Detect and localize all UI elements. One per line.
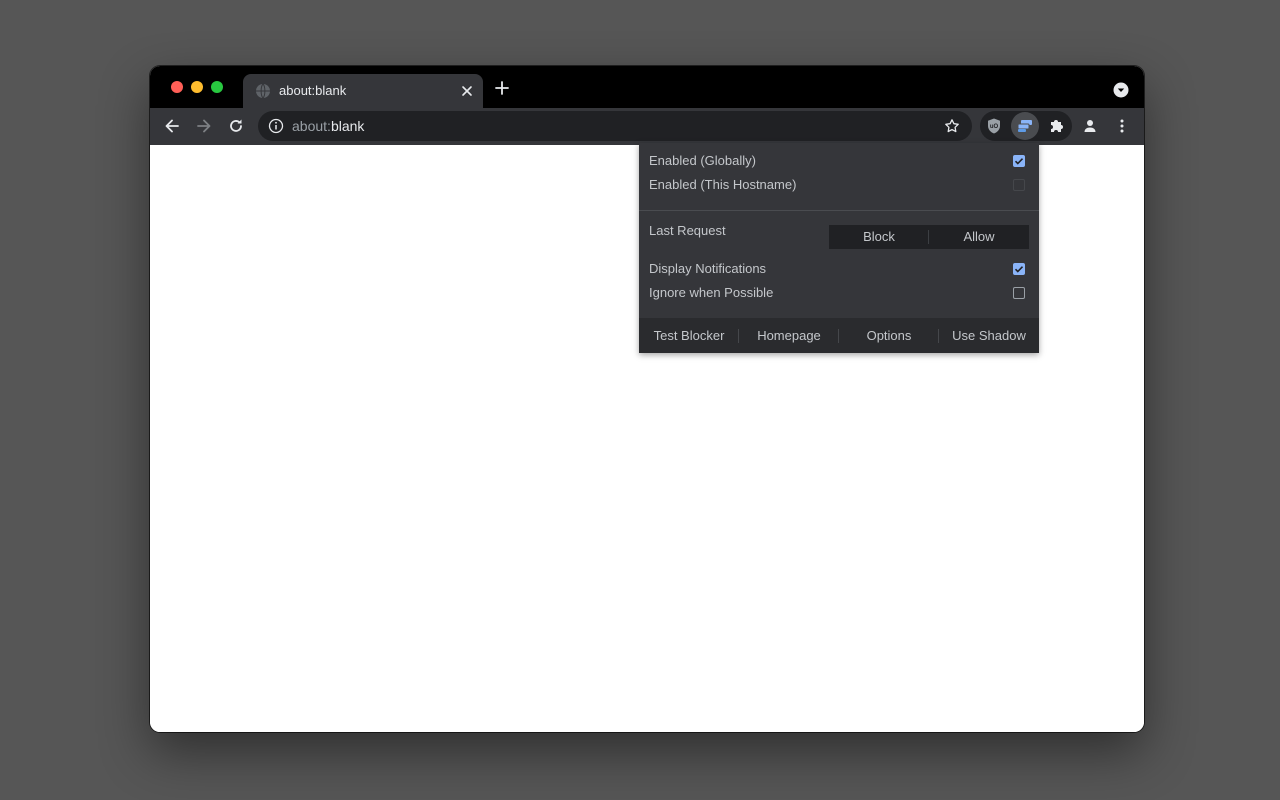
ublock-shield-icon[interactable]: uO — [985, 117, 1003, 135]
ignore-when-possible-checkbox[interactable] — [1013, 287, 1025, 299]
close-window-button[interactable] — [171, 81, 183, 93]
block-button[interactable]: Block — [829, 225, 929, 249]
info-icon[interactable] — [268, 118, 284, 134]
enabled-globally-row[interactable]: Enabled (Globally) — [649, 152, 1029, 170]
arrow-right-icon[interactable] — [195, 117, 213, 135]
url-scheme: about: — [292, 118, 331, 134]
reload-icon[interactable] — [227, 117, 245, 135]
toolbar: about:blank uO — [150, 108, 1144, 145]
last-request-label: Last Request — [649, 223, 726, 238]
new-tab-icon[interactable] — [494, 80, 510, 96]
display-notifications-row[interactable]: Display Notifications — [649, 260, 1029, 278]
ignore-when-possible-label: Ignore when Possible — [649, 285, 774, 300]
chevron-down-circle-icon[interactable] — [1113, 82, 1129, 98]
homepage-button[interactable]: Homepage — [739, 318, 839, 353]
display-notifications-checkbox[interactable] — [1013, 263, 1025, 275]
enabled-hostname-row[interactable]: Enabled (This Hostname) — [649, 176, 1029, 194]
allow-button[interactable]: Allow — [929, 225, 1029, 249]
enabled-globally-checkbox[interactable] — [1013, 155, 1025, 167]
checkmark-icon — [1014, 158, 1024, 165]
person-icon[interactable] — [1081, 117, 1099, 135]
checkmark-icon — [1014, 266, 1024, 273]
options-button[interactable]: Options — [839, 318, 939, 353]
enabled-globally-label: Enabled (Globally) — [649, 153, 756, 168]
enabled-hostname-checkbox[interactable] — [1013, 179, 1025, 191]
zoom-window-button[interactable] — [211, 81, 223, 93]
tab-strip: about:blank — [150, 66, 1144, 108]
close-icon[interactable] — [459, 83, 475, 99]
url-text: about:blank — [292, 118, 364, 134]
enabled-hostname-label: Enabled (This Hostname) — [649, 177, 797, 192]
tab-about-blank[interactable]: about:blank — [243, 74, 483, 108]
last-request-row: Last Request — [649, 222, 819, 240]
svg-text:uO: uO — [990, 124, 999, 130]
ignore-when-possible-row[interactable]: Ignore when Possible — [649, 284, 1029, 302]
globe-icon — [256, 83, 270, 99]
arrow-left-icon[interactable] — [163, 117, 181, 135]
puzzle-icon[interactable] — [1048, 117, 1066, 135]
kebab-menu-icon[interactable] — [1113, 117, 1131, 135]
last-request-actions: Block Allow — [829, 225, 1029, 249]
extensions-group: uO — [980, 111, 1072, 141]
address-bar[interactable]: about:blank — [258, 111, 972, 141]
tab-title: about:blank — [279, 83, 347, 98]
popup-footer: Test Blocker Homepage Options Use Shadow — [639, 318, 1039, 353]
section-divider — [639, 210, 1039, 211]
url-host: blank — [330, 118, 365, 134]
extension-popup: Enabled (Globally) Enabled (This Hostnam… — [639, 143, 1039, 353]
use-shadow-button[interactable]: Use Shadow — [939, 318, 1039, 353]
star-icon[interactable] — [944, 118, 960, 134]
test-blocker-button[interactable]: Test Blocker — [639, 318, 739, 353]
minimize-window-button[interactable] — [191, 81, 203, 93]
display-notifications-label: Display Notifications — [649, 261, 767, 276]
popup-blocker-icon[interactable] — [1016, 117, 1034, 135]
